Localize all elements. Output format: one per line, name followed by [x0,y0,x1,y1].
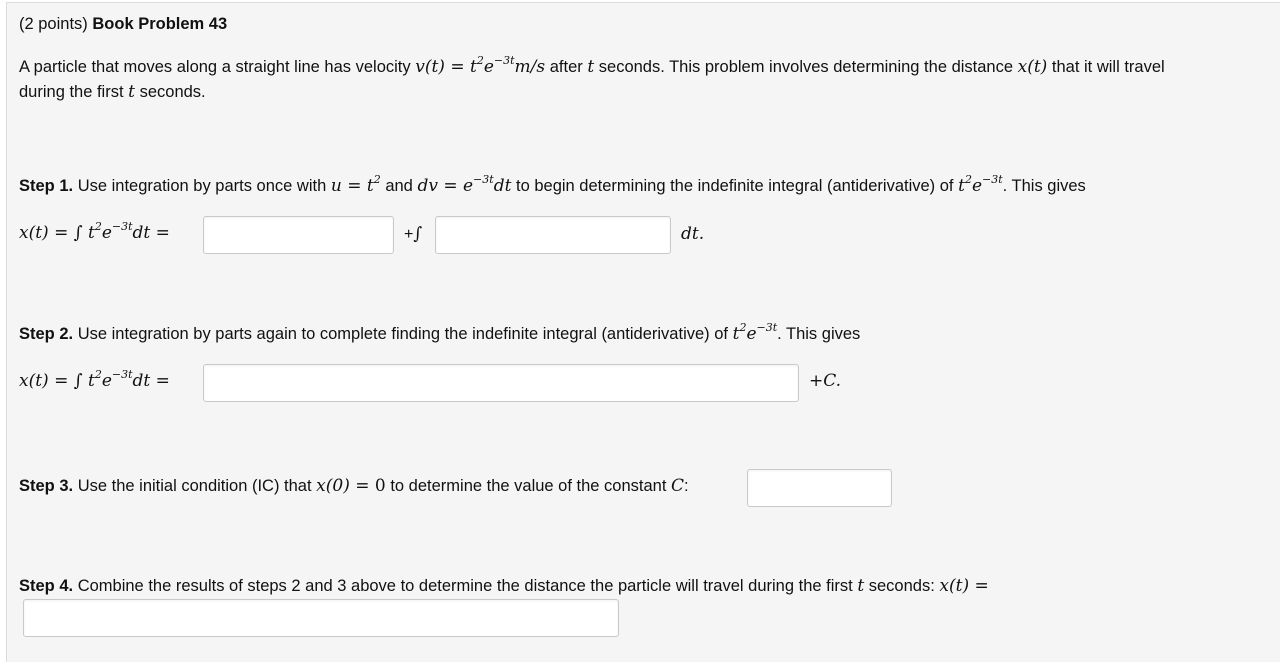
step1-text: and [385,177,413,195]
intro-line-1: A particle that moves along a straight l… [19,54,1165,77]
step2-antiderivative-input[interactable] [203,364,799,402]
step2-text: Use integration by parts again to comple… [77,325,728,343]
step1-text: to begin determining the indefinite inte… [516,177,954,195]
math-t: t [128,82,135,102]
intro-line-2: during the first t seconds. [19,82,206,102]
step3-instruction: Step 3. Use the initial condition (IC) t… [19,476,689,496]
step2-integral-formula: x(t) = ∫ t2e−3tdt = [19,368,170,391]
velocity-formula: v(t) = t2e−3tm/s [415,54,546,77]
step3-text: to determine the value of the constant [390,477,667,495]
plus-sign: + [404,226,414,243]
step2-label: Step 2. [19,325,74,343]
step4-instruction: Step 4. Combine the results of steps 2 a… [19,576,989,596]
intro-text: seconds. This problem involves determini… [598,58,1014,76]
step4-distance-input[interactable] [23,599,619,637]
problem-header: (2 points) Book Problem 43 [19,14,227,34]
distance-formula: x(t) [1017,57,1048,77]
intro-text: that it will travel [1051,58,1165,76]
plus-integral: +∫ [404,224,422,244]
step4-label: Step 4. [19,577,74,595]
intro-text: seconds. [139,83,206,101]
integrand-formula: t2e−3t [958,173,1003,196]
intro-text: during the first [19,83,124,101]
step4-text: Combine the results of steps 2 and 3 abo… [77,577,853,595]
step3-label: Step 3. [19,477,74,495]
step1-integral-formula: x(t) = ∫ t2e−3tdt = [19,220,170,243]
step2-plus-c: +C. [809,371,842,391]
intro-text: A particle that moves along a straight l… [19,58,411,76]
step1-integrand-input[interactable] [435,216,671,254]
constant-c: C [671,476,685,496]
points-label: (2 points) [19,15,88,33]
u-formula: u = t2 [330,173,381,196]
integrand-formula: t2e−3t [732,321,778,344]
step3-constant-input[interactable] [747,469,892,507]
intro-text: after [549,58,583,76]
step1-label: Step 1. [19,177,74,195]
math-t: t [587,57,595,77]
distance-result-formula: x(t) = [939,576,989,596]
ic-formula: x(0) = 0 [316,476,386,496]
step4-text: seconds: [868,577,935,595]
step1-text: . This gives [1002,177,1086,195]
step1-uv-input[interactable] [203,216,394,254]
dv-formula: dv = e−3tdt [417,173,512,196]
step1-instruction: Step 1. Use integration by parts once wi… [19,173,1086,196]
math-t: t [857,576,865,596]
step1-text: Use integration by parts once with [77,177,327,195]
step2-instruction: Step 2. Use integration by parts again t… [19,321,861,344]
step1-dt-suffix: dt. [681,224,705,244]
step2-text: . This gives [777,325,861,343]
integral-sign: ∫ [413,224,423,244]
problem-title: Book Problem 43 [92,15,228,33]
step3-text: Use the initial condition (IC) that [77,477,312,495]
